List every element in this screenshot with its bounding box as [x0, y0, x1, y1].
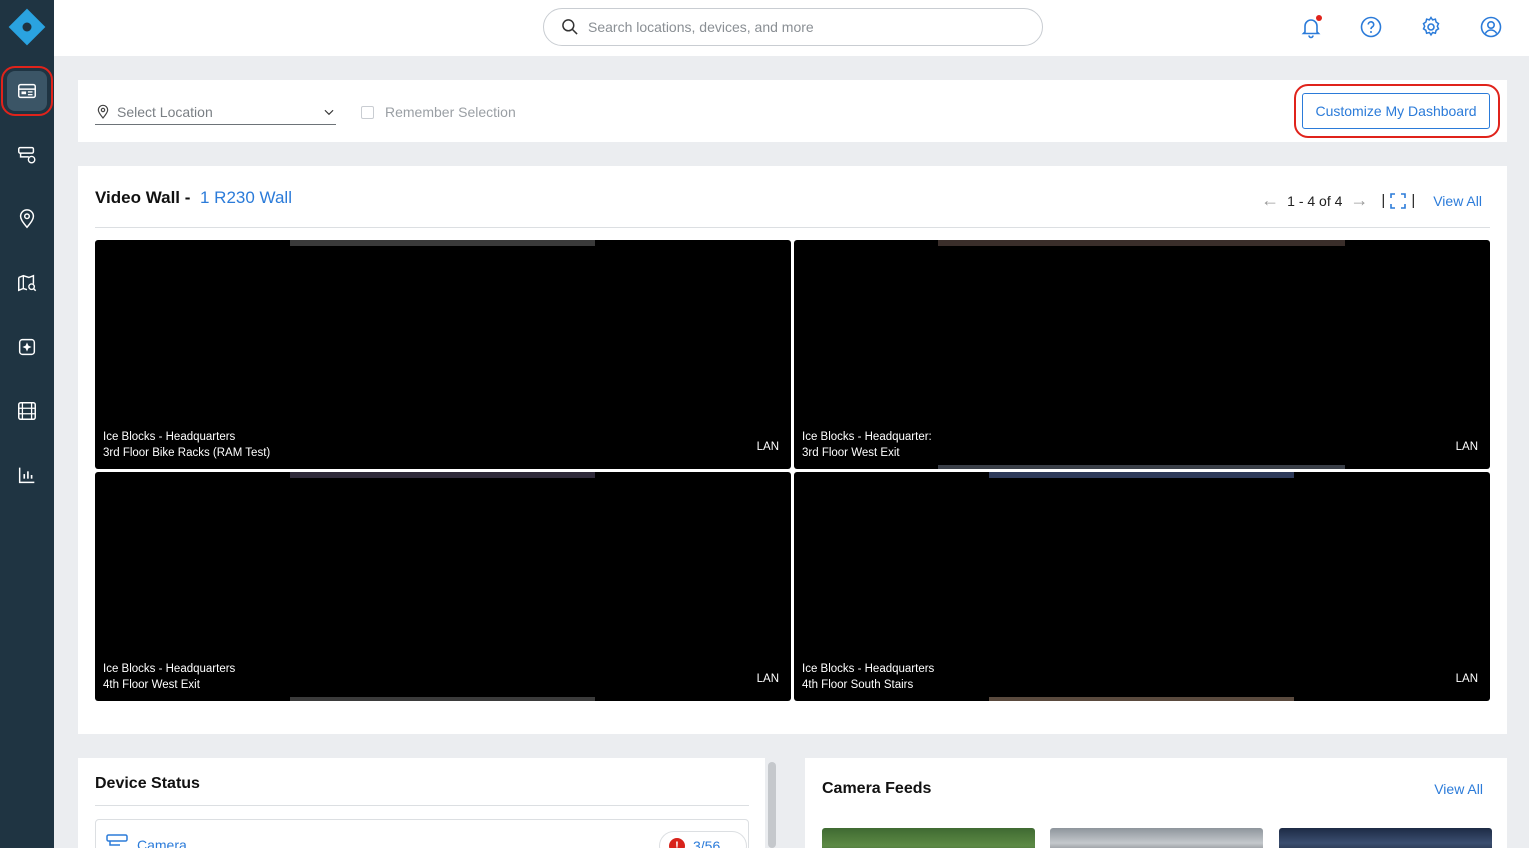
account-button[interactable] — [1478, 14, 1504, 40]
help-icon — [1360, 16, 1382, 38]
video-wall-pagination: ← 1 - 4 of 4 → | | View All — [1253, 190, 1482, 211]
video-tile-camera: 4th Floor West Exit — [103, 679, 200, 691]
device-status-row[interactable]: Camera ! 3/56 — [95, 819, 749, 848]
user-icon — [1480, 16, 1502, 38]
video-tile-camera: 4th Floor South Stairs — [802, 679, 914, 691]
sidebar — [0, 0, 54, 848]
location-select-label: Select Location — [117, 104, 213, 120]
video-tile-site: Ice Blocks - Headquarters — [103, 431, 236, 443]
video-frame-strip — [989, 472, 1294, 478]
sidebar-item-dashboard[interactable] — [7, 71, 47, 111]
fullscreen-icon[interactable] — [1390, 192, 1407, 209]
next-arrow-icon[interactable]: → — [1350, 190, 1368, 211]
location-pin-icon — [97, 104, 109, 119]
camera-feed-thumbnail[interactable] — [822, 828, 1035, 848]
video-tile-caption: Ice Blocks - Headquarters 3rd Floor Bike… — [103, 429, 270, 461]
bar-chart-icon — [18, 467, 35, 484]
chevron-down-icon — [324, 109, 334, 116]
device-status-title: Device Status — [95, 775, 200, 792]
camera-feed-thumbnail[interactable] — [1279, 828, 1492, 848]
video-frame-strip — [290, 472, 595, 478]
settings-button[interactable] — [1418, 14, 1444, 40]
device-status-panel: Device Status Camera ! 3/56 — [78, 758, 765, 848]
pagination-text: 1 - 4 of 4 — [1287, 192, 1343, 209]
video-frame-strip — [938, 240, 1345, 246]
device-status-badge[interactable]: ! 3/56 — [659, 831, 747, 848]
video-wall-name-link[interactable]: 1 R230 Wall — [200, 188, 292, 208]
camera-icon — [106, 834, 128, 846]
help-button[interactable] — [1358, 14, 1384, 40]
gear-icon — [1422, 16, 1440, 37]
video-tile-caption: Ice Blocks - Headquarters 4th Floor West… — [103, 661, 235, 693]
section-divider — [95, 805, 749, 806]
video-wall-title: Video Wall - — [95, 188, 191, 207]
location-select[interactable]: Select Location — [95, 100, 336, 125]
device-type-label[interactable]: Camera — [137, 837, 187, 848]
camera-feeds-title: Camera Feeds — [822, 780, 932, 797]
prev-arrow-icon[interactable]: ← — [1261, 190, 1279, 211]
location-filter-bar: Select Location Remember Selection Custo… — [78, 80, 1507, 142]
error-icon: ! — [669, 838, 685, 848]
sidebar-item-reports[interactable] — [7, 455, 47, 495]
search-icon — [562, 19, 578, 35]
video-tile-site: Ice Blocks - Headquarters — [103, 663, 236, 675]
device-status-scrollbar[interactable] — [768, 762, 776, 848]
video-tile-site: Ice Blocks - Headquarter: — [802, 431, 932, 443]
divider: | — [1411, 192, 1416, 209]
remember-label: Remember Selection — [385, 104, 516, 120]
video-frame-strip — [938, 465, 1345, 469]
sidebar-item-locations[interactable] — [7, 199, 47, 239]
notification-dot — [1316, 15, 1322, 21]
video-frame-strip — [989, 697, 1294, 701]
video-tile[interactable]: Ice Blocks - Headquarter: 3rd Floor West… — [794, 240, 1490, 469]
sidebar-item-devices[interactable] — [7, 135, 47, 175]
video-tile-network: LAN — [1455, 441, 1478, 453]
sidebar-item-map[interactable] — [7, 263, 47, 303]
map-search-icon — [18, 274, 37, 292]
video-tile[interactable]: Ice Blocks - Headquarters 4th Floor Sout… — [794, 472, 1490, 701]
dashboard-icon — [18, 83, 36, 99]
film-icon — [18, 402, 36, 420]
video-tile-caption: Ice Blocks - Headquarter: 3rd Floor West… — [802, 429, 932, 461]
camera-feeds-view-all-link[interactable]: View All — [1434, 781, 1483, 797]
search-input[interactable] — [588, 19, 1008, 35]
camera-feed-thumbnail[interactable] — [1050, 828, 1263, 848]
video-tile-network: LAN — [756, 441, 779, 453]
video-tile-network: LAN — [1455, 673, 1478, 685]
section-divider — [95, 227, 1490, 228]
video-tile-caption: Ice Blocks - Headquarters 4th Floor Sout… — [802, 661, 934, 693]
sidebar-item-integrations[interactable] — [7, 327, 47, 367]
device-status-count: 3/56 — [693, 838, 721, 848]
video-tile[interactable]: Ice Blocks - Headquarters 4th Floor West… — [95, 472, 791, 701]
video-frame-strip — [290, 697, 595, 701]
video-tile-network: LAN — [756, 673, 779, 685]
divider: | — [1381, 192, 1386, 209]
devices-icon — [18, 146, 36, 164]
video-tile-site: Ice Blocks - Headquarters — [802, 663, 935, 675]
video-tile-camera: 3rd Floor Bike Racks (RAM Test) — [103, 447, 271, 459]
video-tile-camera: 3rd Floor West Exit — [802, 447, 900, 459]
remember-selection[interactable]: Remember Selection — [361, 104, 516, 120]
camera-feeds-panel: Camera Feeds View All — [805, 758, 1507, 848]
top-bar — [54, 0, 1529, 56]
video-wall-panel: Video Wall - 1 R230 Wall ← 1 - 4 of 4 → … — [78, 166, 1507, 734]
video-wall-view-all-link[interactable]: View All — [1433, 193, 1482, 209]
global-search[interactable] — [543, 8, 1043, 46]
video-frame-strip — [290, 240, 595, 246]
app-logo-icon[interactable] — [8, 8, 46, 46]
remember-checkbox[interactable] — [361, 105, 374, 119]
location-pin-icon — [19, 209, 35, 229]
notifications-button[interactable] — [1298, 14, 1324, 40]
video-tile[interactable]: Ice Blocks - Headquarters 3rd Floor Bike… — [95, 240, 791, 469]
plugin-icon — [18, 338, 36, 356]
sidebar-item-video[interactable] — [7, 391, 47, 431]
customize-dashboard-button[interactable]: Customize My Dashboard — [1302, 93, 1490, 129]
